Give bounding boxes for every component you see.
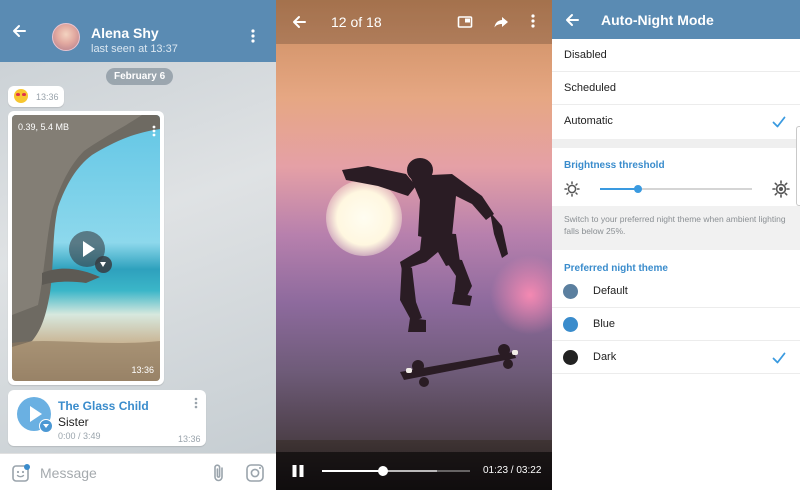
theme-color-swatch <box>563 284 578 299</box>
more-vertical-icon[interactable] <box>152 124 156 142</box>
video-message[interactable]: 0.39, 5.4 MB 13:36 <box>8 111 164 385</box>
pause-icon[interactable] <box>291 464 305 483</box>
media-counter: 12 of 18 <box>331 14 382 30</box>
sticker-icon[interactable] <box>11 463 31 488</box>
back-arrow-icon[interactable] <box>291 14 307 35</box>
brightness-section-title: Brightness threshold <box>564 160 665 171</box>
audio-title: The Glass Child <box>58 399 149 413</box>
brightness-slider-thumb[interactable] <box>634 185 642 193</box>
brightness-slider[interactable] <box>600 185 752 193</box>
brightness-slider-fill <box>600 188 638 190</box>
heart-eyes-emoji-icon <box>14 89 28 103</box>
theme-color-swatch <box>563 317 578 332</box>
back-arrow-icon[interactable] <box>564 12 580 33</box>
settings-panel: Auto-Night Mode Disabled Scheduled Autom… <box>552 0 800 490</box>
video-seek-bar[interactable] <box>322 466 470 476</box>
playback-time: 01:23 / 03:22 <box>483 465 542 476</box>
more-vertical-icon[interactable] <box>531 14 535 33</box>
message-input[interactable] <box>40 463 190 483</box>
mode-option-scheduled[interactable]: Scheduled <box>552 72 800 105</box>
download-icon[interactable] <box>39 419 53 433</box>
avatar[interactable] <box>52 23 80 51</box>
message-time: 13:36 <box>131 365 154 375</box>
message-time: 13:36 <box>36 92 59 102</box>
more-vertical-icon[interactable] <box>251 29 255 48</box>
skateboarder-silhouette <box>342 158 518 387</box>
paperclip-icon[interactable] <box>211 463 227 488</box>
chat-panel: Alena Shy last seen at 13:37 February 6 … <box>0 0 276 490</box>
viewer-top-bar: 12 of 18 <box>276 0 552 44</box>
date-separator: February 6 <box>106 68 174 85</box>
message-input-bar <box>0 453 276 490</box>
theme-option-default[interactable]: Default <box>552 275 800 308</box>
night-theme-section-title: Preferred night theme <box>564 263 668 274</box>
audio-artist: Sister <box>58 415 89 429</box>
media-viewer-panel: 12 of 18 01:23 / 03:22 <box>276 0 552 490</box>
last-seen-status: last seen at 13:37 <box>91 43 178 55</box>
theme-option-blue[interactable]: Blue <box>552 308 800 341</box>
audio-duration: 0:00 / 3:49 <box>58 431 101 441</box>
theme-option-label: Dark <box>593 351 617 363</box>
download-icon[interactable] <box>95 256 112 273</box>
mode-option-label: Scheduled <box>564 82 616 94</box>
brightness-low-icon <box>564 181 580 202</box>
picture-in-picture-icon[interactable] <box>457 14 473 35</box>
theme-option-dark[interactable]: Dark <box>552 341 800 374</box>
mode-option-label: Disabled <box>564 49 607 61</box>
viewer-controls: 01:23 / 03:22 <box>276 452 552 490</box>
emoji-message[interactable]: 13:36 <box>8 86 64 107</box>
checkmark-icon <box>772 115 786 133</box>
skateboarder-photo[interactable] <box>276 0 552 490</box>
brightness-info-text: Switch to your preferred night theme whe… <box>564 214 786 236</box>
video-thumbnail[interactable]: 0.39, 5.4 MB 13:36 <box>12 115 160 381</box>
settings-header: Auto-Night Mode <box>552 0 800 39</box>
camera-icon[interactable] <box>245 463 265 488</box>
scrollbar-handle[interactable] <box>796 126 800 206</box>
brightness-high-icon <box>772 180 790 203</box>
message-time: 13:36 <box>178 434 201 444</box>
mode-option-disabled[interactable]: Disabled <box>552 39 800 72</box>
theme-option-label: Default <box>593 285 628 297</box>
checkmark-icon <box>772 351 786 369</box>
theme-color-swatch <box>563 350 578 365</box>
mode-option-automatic[interactable]: Automatic <box>552 105 800 138</box>
contact-name[interactable]: Alena Shy <box>91 25 159 41</box>
theme-option-label: Blue <box>593 318 616 330</box>
brightness-info: Switch to your preferred night theme whe… <box>552 206 800 250</box>
share-icon[interactable] <box>493 14 509 35</box>
video-size-label: 0.39, 5.4 MB <box>18 122 70 132</box>
section-divider <box>552 139 800 148</box>
more-vertical-icon[interactable] <box>194 396 198 414</box>
mode-option-label: Automatic <box>564 115 613 127</box>
back-arrow-icon[interactable] <box>11 23 27 44</box>
seek-thumb[interactable] <box>377 466 388 476</box>
page-title: Auto-Night Mode <box>601 12 714 28</box>
chat-header: Alena Shy last seen at 13:37 <box>0 0 276 62</box>
seek-progress <box>322 470 383 472</box>
audio-message[interactable]: The Glass Child Sister 0:00 / 3:49 13:36 <box>8 390 206 446</box>
